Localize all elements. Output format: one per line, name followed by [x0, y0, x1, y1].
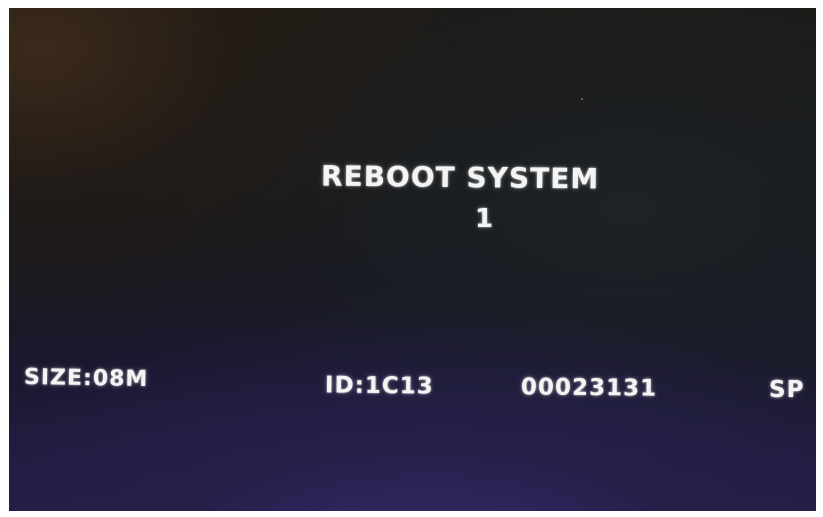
truncated-label: SP: [769, 377, 805, 403]
photo-frame: REBOOT SYSTEM 1 SIZE:08M ID:1C13 0002313…: [0, 0, 823, 517]
serial-number-label: 00023131: [520, 374, 658, 402]
screen-dust-speck: [581, 98, 583, 100]
memory-size-label: SIZE:08M: [23, 364, 149, 393]
reboot-count: 1: [475, 204, 495, 234]
boot-screen: REBOOT SYSTEM 1 SIZE:08M ID:1C13 0002313…: [9, 8, 816, 511]
device-id-label: ID:1C13: [324, 372, 434, 400]
reboot-system-title: REBOOT SYSTEM: [320, 159, 600, 196]
